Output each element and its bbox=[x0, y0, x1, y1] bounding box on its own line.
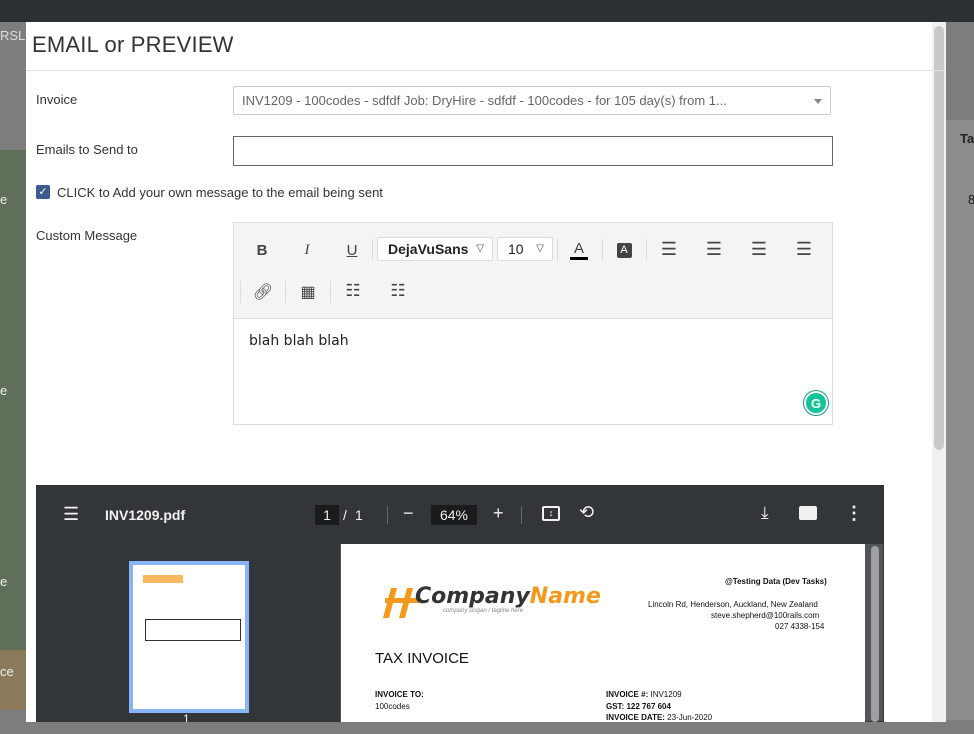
background-text: Ta bbox=[960, 131, 974, 146]
rotate-icon[interactable]: ⟲ bbox=[579, 502, 594, 523]
background-row-strip bbox=[0, 650, 26, 710]
toolbar-divider bbox=[602, 239, 603, 261]
link-icon[interactable]: 🔗︎ bbox=[251, 282, 275, 302]
pdf-filename: INV1209.pdf bbox=[105, 507, 186, 523]
font-size-dropdown[interactable]: 10 ▽ bbox=[497, 237, 553, 261]
background-text: RSL bbox=[0, 28, 26, 43]
modal-header: EMAIL or PREVIEW bbox=[26, 22, 946, 71]
header-right: @Testing Data (Dev Tasks) bbox=[725, 577, 827, 586]
pdf-scrollbar[interactable] bbox=[871, 546, 879, 722]
menu-icon[interactable]: ☰ bbox=[63, 504, 79, 525]
fit-page-icon[interactable]: ↕ bbox=[542, 506, 560, 521]
document-title: TAX INVOICE bbox=[375, 650, 469, 667]
background-text: ce bbox=[0, 664, 14, 679]
align-center-icon[interactable]: ☰ bbox=[792, 239, 816, 260]
toolbar-divider bbox=[285, 281, 286, 303]
company-email: steve.shepherd@100rails.com bbox=[711, 611, 820, 620]
custom-message-label: Custom Message bbox=[36, 228, 138, 243]
editor-toolbar: B I U DejaVuSans ▽ 10 ▽ A A ☰ ☰ ☰ ☰ 🔗︎ ▦… bbox=[234, 223, 832, 319]
background-text: e bbox=[0, 192, 8, 207]
company-slogan: company slogan / tagline here bbox=[443, 608, 524, 614]
total-pages: 1 bbox=[355, 507, 363, 523]
background-text: e bbox=[0, 383, 8, 398]
font-color-icon[interactable]: A bbox=[567, 240, 591, 260]
align-left-icon[interactable]: ☰ bbox=[657, 239, 681, 260]
invoice-to-label: INVOICE TO: bbox=[375, 690, 424, 699]
download-icon[interactable]: ⤓ bbox=[761, 503, 769, 523]
modal-scrollbar[interactable] bbox=[934, 26, 944, 450]
invoice-number: INVOICE #: INV1209 bbox=[606, 690, 682, 699]
underline-icon[interactable]: U bbox=[340, 242, 364, 259]
toolbar-divider bbox=[646, 239, 647, 261]
page-thumbnail[interactable] bbox=[129, 561, 249, 713]
gst-number: GST: 122 767 604 bbox=[606, 702, 671, 711]
company-address: Lincoln Rd, Henderson, Auckland, New Zea… bbox=[648, 600, 818, 609]
page-separator: / bbox=[343, 507, 347, 523]
modal-title: EMAIL or PREVIEW bbox=[32, 32, 234, 57]
thumbnail-table bbox=[145, 619, 241, 641]
toolbar-divider bbox=[330, 281, 331, 303]
background-text: 8 bbox=[968, 192, 974, 207]
emails-input[interactable] bbox=[233, 136, 833, 166]
font-family-value: DejaVuSans bbox=[388, 241, 469, 257]
thumbnail-page-label: 1 bbox=[183, 712, 190, 722]
highlight-color-icon[interactable]: A bbox=[612, 240, 636, 258]
background-text: e bbox=[0, 574, 8, 589]
chevron-down-icon: ▽ bbox=[476, 243, 484, 254]
invoice-number-value: INV1209 bbox=[650, 690, 682, 699]
align-right-icon[interactable]: ☰ bbox=[702, 239, 726, 260]
grammarly-icon[interactable]: G bbox=[804, 391, 828, 415]
toolbar-divider bbox=[240, 281, 241, 303]
email-preview-modal: EMAIL or PREVIEW Invoice INV1209 - 100co… bbox=[26, 22, 946, 722]
print-icon[interactable] bbox=[799, 506, 817, 520]
table-icon[interactable]: ▦ bbox=[296, 282, 320, 302]
editor-content[interactable]: blah blah blah bbox=[249, 333, 349, 349]
toolbar-divider bbox=[557, 239, 558, 261]
zoom-out-icon[interactable]: − bbox=[403, 503, 414, 524]
italic-icon[interactable]: I bbox=[295, 242, 319, 259]
align-justify-icon[interactable]: ☰ bbox=[747, 239, 771, 260]
pdf-toolbar: ☰ INV1209.pdf 1 / 1 − 64% + ↕ ⟲ ⤓ ⋮ bbox=[37, 486, 883, 544]
chevron-down-icon: ▽ bbox=[536, 243, 544, 254]
pdf-toolbar-divider bbox=[521, 506, 522, 524]
bold-icon[interactable]: B bbox=[250, 242, 274, 259]
invoice-date: INVOICE DATE: 23-Jun-2020 bbox=[606, 713, 712, 722]
pdf-viewer: ☰ INV1209.pdf 1 / 1 − 64% + ↕ ⟲ ⤓ ⋮ 1 Co… bbox=[36, 485, 884, 722]
background-topbar bbox=[0, 0, 974, 22]
invoice-select-value: INV1209 - 100codes - sdfdf Job: DryHire … bbox=[242, 93, 727, 108]
font-size-value: 10 bbox=[508, 241, 524, 257]
pdf-thumbnail-sidebar: 1 bbox=[37, 544, 340, 722]
numbered-list-icon[interactable]: ☷ bbox=[386, 281, 410, 301]
invoice-to-value: 100codes bbox=[375, 702, 410, 711]
toolbar-divider bbox=[372, 239, 373, 261]
custom-message-checkbox-label[interactable]: CLICK to Add your own message to the ema… bbox=[57, 185, 383, 200]
company-phone: 027 4338-154 bbox=[775, 622, 825, 631]
pdf-page: CompanyName company slogan / tagline her… bbox=[341, 544, 865, 722]
zoom-level-input[interactable]: 64% bbox=[431, 505, 477, 525]
invoice-select[interactable]: INV1209 - 100codes - sdfdf Job: DryHire … bbox=[233, 86, 831, 115]
zoom-in-icon[interactable]: + bbox=[493, 503, 504, 524]
invoice-number-label: INVOICE #: bbox=[606, 690, 649, 699]
more-options-icon[interactable]: ⋮ bbox=[845, 503, 863, 524]
invoice-date-value: 23-Jun-2020 bbox=[667, 713, 713, 722]
dropdown-arrow-icon bbox=[814, 99, 822, 104]
rich-text-editor: B I U DejaVuSans ▽ 10 ▽ A A ☰ ☰ ☰ ☰ 🔗︎ ▦… bbox=[233, 222, 833, 425]
company-name-part: Name bbox=[529, 584, 601, 609]
font-family-dropdown[interactable]: DejaVuSans ▽ bbox=[377, 237, 493, 261]
custom-message-checkbox[interactable]: ✓ bbox=[36, 185, 50, 199]
invoice-label: Invoice bbox=[36, 92, 78, 107]
gst-label: GST: bbox=[606, 702, 625, 711]
bulleted-list-icon[interactable]: ☷ bbox=[341, 281, 365, 301]
company-name-part: Company bbox=[415, 584, 530, 609]
gst-value: 122 767 604 bbox=[626, 702, 671, 711]
page-number-input[interactable]: 1 bbox=[315, 505, 339, 525]
background-row-strip bbox=[0, 150, 26, 710]
pdf-toolbar-divider bbox=[387, 506, 388, 524]
company-name: CompanyName bbox=[415, 584, 601, 609]
emails-label: Emails to Send to bbox=[36, 142, 138, 157]
thumbnail-logo bbox=[143, 575, 183, 583]
invoice-date-label: INVOICE DATE: bbox=[606, 713, 665, 722]
background-column bbox=[946, 120, 974, 720]
